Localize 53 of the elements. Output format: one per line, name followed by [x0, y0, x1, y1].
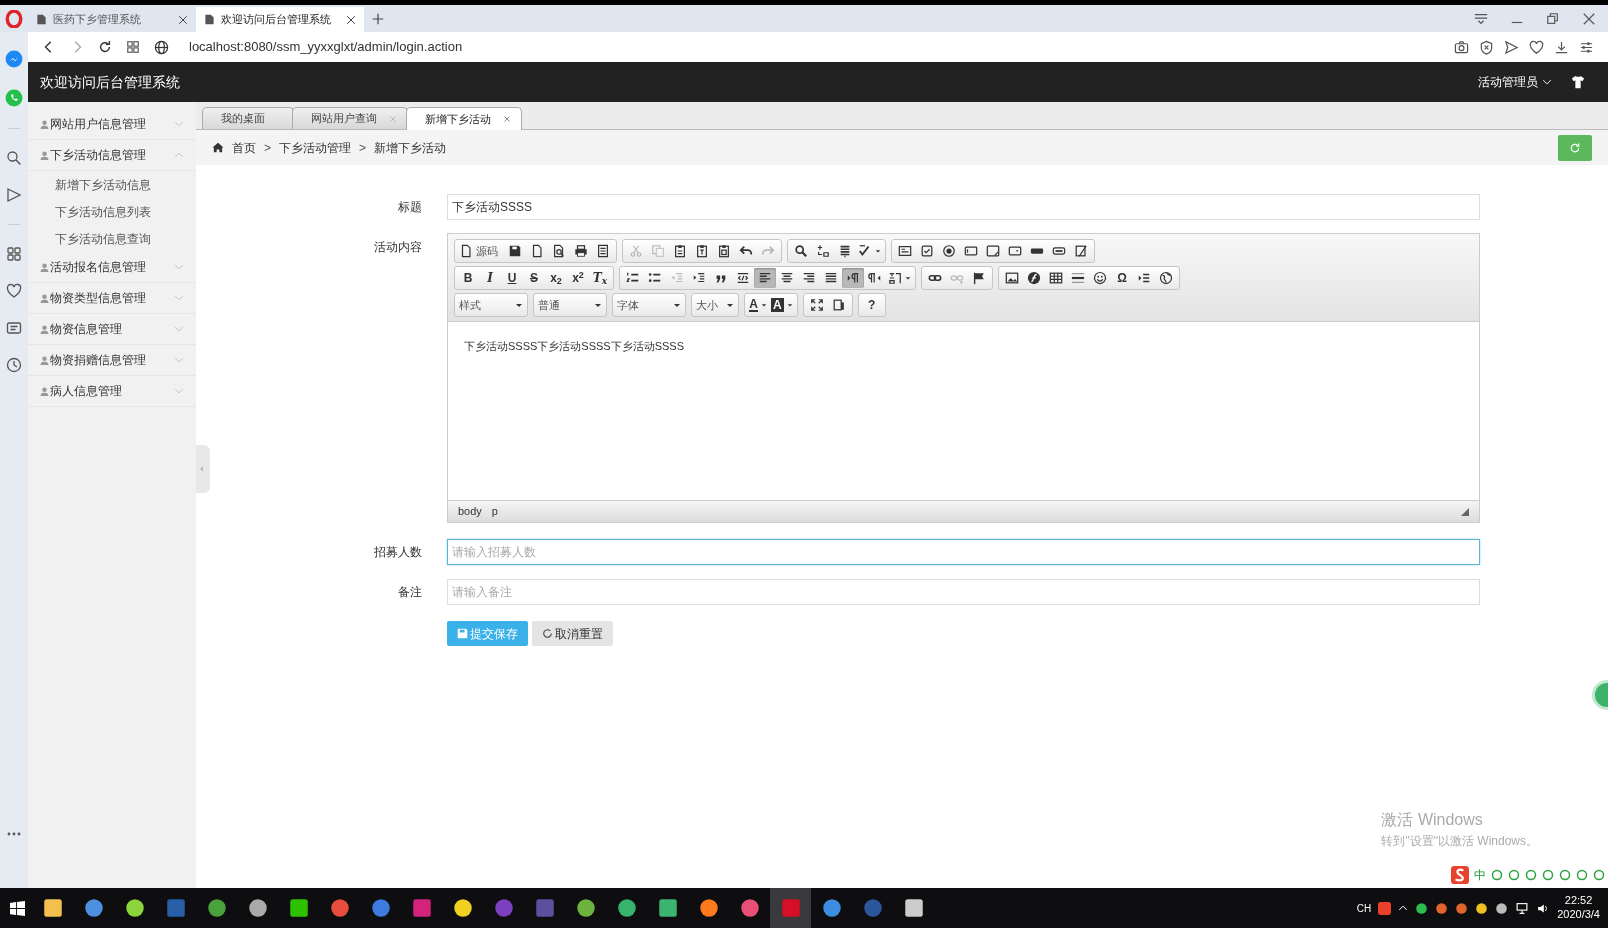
element-path-link[interactable]: p [491, 503, 498, 520]
format-button[interactable]: A [747, 295, 769, 315]
source-button[interactable]: 源码 [457, 241, 500, 261]
sidebar-subitem[interactable]: 下乡活动信息列表 [28, 198, 196, 225]
format-button[interactable]: U [501, 268, 523, 288]
format-button[interactable]: I [479, 268, 501, 288]
format-button[interactable]: S [523, 268, 545, 288]
element-path-link[interactable]: body [458, 503, 482, 520]
clock-time[interactable]: 22:52 [1564, 894, 1593, 908]
breadcrumb-separator: > [264, 139, 271, 157]
format-button[interactable]: x$^{2}$ [567, 268, 589, 288]
breadcrumb-link[interactable]: 首页 [232, 138, 256, 157]
dropdown[interactable]: 普通 [534, 295, 606, 315]
app-title: 欢迎访问后台管理系统 [40, 72, 180, 92]
sidebar-subitem[interactable]: 新增下乡活动信息 [28, 171, 196, 198]
sidebar-item[interactable]: 物资信息管理 [28, 314, 196, 345]
sidebar-item[interactable]: 活动报名信息管理 [28, 252, 196, 283]
format-button[interactable]: x$_{2}$ [545, 268, 567, 288]
activation-text: 转到"设置"以激活 Windows。 [1381, 833, 1538, 850]
format-button[interactable]: B [457, 268, 479, 288]
page-tab[interactable]: 我的桌面 [202, 107, 294, 129]
format-button[interactable]: Ω [1111, 268, 1133, 288]
field-label: 备注 [397, 584, 422, 601]
format-button[interactable]: A [769, 295, 795, 315]
input-language[interactable]: CH [1356, 900, 1372, 916]
breadcrumb-link[interactable]: 新增下乡活动 [374, 138, 447, 157]
sidebar-item[interactable]: 物资类型信息管理 [28, 283, 196, 314]
dropdown[interactable]: 大小 [692, 295, 738, 315]
reset-button[interactable]: 取消重置 [532, 621, 613, 646]
sidebar-subitem[interactable]: 下乡活动信息查询 [28, 225, 196, 252]
address-field[interactable]: localhost:8080/ssm_yyxxglxt/admin/login.action [189, 37, 463, 57]
clock-date[interactable]: 2020/3/4 [1557, 908, 1600, 922]
page-tab[interactable]: 新增下乡活动 [406, 107, 522, 130]
field-label: 活动内容 [373, 239, 422, 256]
user-menu[interactable]: 活动管理员 [1478, 73, 1552, 91]
breadcrumb-link[interactable]: 下乡活动管理 [279, 138, 351, 157]
page-tab[interactable]: 网站用户查询 [292, 107, 408, 129]
dropdown[interactable]: 样式 [455, 295, 527, 315]
field-label: 招募人数 [373, 544, 422, 561]
activation-title: 激活 Windows [1381, 810, 1484, 830]
title-input[interactable]: 下乡活动SSSS [447, 194, 1480, 220]
dropdown[interactable]: 字体 [613, 295, 685, 315]
format-button[interactable]: T$_{x}$ [589, 268, 611, 288]
number-input[interactable]: 请输入招募人数 [447, 539, 1480, 565]
format-button[interactable]: ? [860, 295, 883, 315]
remark-input[interactable]: 请输入备注 [447, 579, 1480, 605]
browser-tab[interactable]: 欢迎访问后台管理系统 [196, 7, 364, 32]
ime-mode[interactable]: 中 [1474, 866, 1486, 884]
breadcrumb-separator: > [359, 139, 367, 157]
browser-tab[interactable]: 医药下乡管理系统 [28, 7, 196, 32]
sidebar-item[interactable]: 病人信息管理 [28, 376, 196, 407]
field-label: 标题 [397, 199, 422, 216]
sidebar-item[interactable]: 物资捐赠信息管理 [28, 345, 196, 376]
